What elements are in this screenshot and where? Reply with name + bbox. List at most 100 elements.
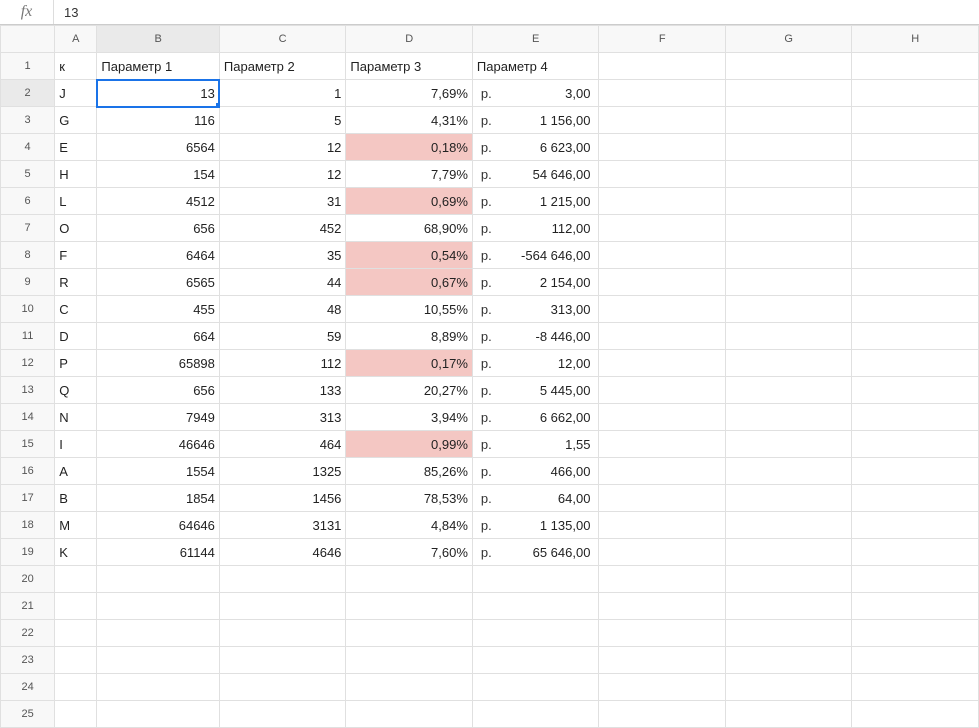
- cell-E20[interactable]: [472, 566, 599, 593]
- cell-F16[interactable]: [599, 458, 726, 485]
- cell-E12[interactable]: р.12,00: [472, 350, 599, 377]
- row-header-3[interactable]: 3: [1, 107, 55, 134]
- cell-A7[interactable]: O: [55, 215, 97, 242]
- cell-A13[interactable]: Q: [55, 377, 97, 404]
- cell-H20[interactable]: [852, 566, 979, 593]
- cell-A5[interactable]: H: [55, 161, 97, 188]
- cell-A20[interactable]: [55, 566, 97, 593]
- cell-A3[interactable]: G: [55, 107, 97, 134]
- cell-B10[interactable]: 455: [97, 296, 220, 323]
- cell-C11[interactable]: 59: [219, 323, 346, 350]
- row-header-16[interactable]: 16: [1, 458, 55, 485]
- cell-F19[interactable]: [599, 539, 726, 566]
- cell-D22[interactable]: [346, 620, 473, 647]
- cell-A2[interactable]: J: [55, 80, 97, 107]
- cell-A8[interactable]: F: [55, 242, 97, 269]
- cell-E13[interactable]: р.5 445,00: [472, 377, 599, 404]
- cell-B8[interactable]: 6464: [97, 242, 220, 269]
- row-header-7[interactable]: 7: [1, 215, 55, 242]
- cell-E22[interactable]: [472, 620, 599, 647]
- row-header-5[interactable]: 5: [1, 161, 55, 188]
- cell-C25[interactable]: [219, 701, 346, 728]
- cell-E15[interactable]: р.1,55: [472, 431, 599, 458]
- cell-D10[interactable]: 10,55%: [346, 296, 473, 323]
- cell-F3[interactable]: [599, 107, 726, 134]
- cell-A18[interactable]: M: [55, 512, 97, 539]
- cell-H17[interactable]: [852, 485, 979, 512]
- cell-D9[interactable]: 0,67%: [346, 269, 473, 296]
- cell-H14[interactable]: [852, 404, 979, 431]
- spreadsheet-grid[interactable]: ABCDEFGH1кПараметр 1Параметр 2Параметр 3…: [0, 25, 979, 728]
- cell-F5[interactable]: [599, 161, 726, 188]
- cell-G25[interactable]: [725, 701, 852, 728]
- cell-D18[interactable]: 4,84%: [346, 512, 473, 539]
- cell-G21[interactable]: [725, 593, 852, 620]
- col-header-B[interactable]: B: [97, 26, 220, 53]
- cell-G18[interactable]: [725, 512, 852, 539]
- cell-C1[interactable]: Параметр 2: [219, 53, 346, 80]
- col-header-A[interactable]: A: [55, 26, 97, 53]
- cell-B17[interactable]: 1854: [97, 485, 220, 512]
- cell-H23[interactable]: [852, 647, 979, 674]
- cell-C2[interactable]: 1: [219, 80, 346, 107]
- cell-G3[interactable]: [725, 107, 852, 134]
- cell-A1[interactable]: к: [55, 53, 97, 80]
- cell-B12[interactable]: 65898: [97, 350, 220, 377]
- cell-C14[interactable]: 313: [219, 404, 346, 431]
- cell-C18[interactable]: 3131: [219, 512, 346, 539]
- cell-C19[interactable]: 4646: [219, 539, 346, 566]
- cell-E25[interactable]: [472, 701, 599, 728]
- select-all-corner[interactable]: [1, 26, 55, 53]
- cell-A4[interactable]: E: [55, 134, 97, 161]
- cell-A23[interactable]: [55, 647, 97, 674]
- fx-icon[interactable]: fx: [0, 0, 54, 24]
- row-header-20[interactable]: 20: [1, 566, 55, 593]
- cell-G22[interactable]: [725, 620, 852, 647]
- cell-H22[interactable]: [852, 620, 979, 647]
- cell-F17[interactable]: [599, 485, 726, 512]
- cell-B7[interactable]: 656: [97, 215, 220, 242]
- cell-A9[interactable]: R: [55, 269, 97, 296]
- cell-C7[interactable]: 452: [219, 215, 346, 242]
- row-header-13[interactable]: 13: [1, 377, 55, 404]
- row-header-23[interactable]: 23: [1, 647, 55, 674]
- cell-D19[interactable]: 7,60%: [346, 539, 473, 566]
- cell-E3[interactable]: р.1 156,00: [472, 107, 599, 134]
- row-header-8[interactable]: 8: [1, 242, 55, 269]
- cell-F20[interactable]: [599, 566, 726, 593]
- cell-G17[interactable]: [725, 485, 852, 512]
- cell-G7[interactable]: [725, 215, 852, 242]
- cell-G6[interactable]: [725, 188, 852, 215]
- cell-E4[interactable]: р.6 623,00: [472, 134, 599, 161]
- cell-D12[interactable]: 0,17%: [346, 350, 473, 377]
- cell-B24[interactable]: [97, 674, 220, 701]
- cell-D1[interactable]: Параметр 3: [346, 53, 473, 80]
- cell-C4[interactable]: 12: [219, 134, 346, 161]
- cell-F10[interactable]: [599, 296, 726, 323]
- cell-D11[interactable]: 8,89%: [346, 323, 473, 350]
- cell-H4[interactable]: [852, 134, 979, 161]
- cell-G24[interactable]: [725, 674, 852, 701]
- cell-D21[interactable]: [346, 593, 473, 620]
- cell-D4[interactable]: 0,18%: [346, 134, 473, 161]
- cell-F15[interactable]: [599, 431, 726, 458]
- row-header-17[interactable]: 17: [1, 485, 55, 512]
- cell-G20[interactable]: [725, 566, 852, 593]
- cell-H11[interactable]: [852, 323, 979, 350]
- cell-A6[interactable]: L: [55, 188, 97, 215]
- cell-H16[interactable]: [852, 458, 979, 485]
- cell-A14[interactable]: N: [55, 404, 97, 431]
- cell-G1[interactable]: [725, 53, 852, 80]
- cell-F23[interactable]: [599, 647, 726, 674]
- cell-D25[interactable]: [346, 701, 473, 728]
- cell-G9[interactable]: [725, 269, 852, 296]
- cell-D17[interactable]: 78,53%: [346, 485, 473, 512]
- cell-H10[interactable]: [852, 296, 979, 323]
- cell-E17[interactable]: р.64,00: [472, 485, 599, 512]
- cell-F14[interactable]: [599, 404, 726, 431]
- row-header-24[interactable]: 24: [1, 674, 55, 701]
- cell-B1[interactable]: Параметр 1: [97, 53, 220, 80]
- cell-B14[interactable]: 7949: [97, 404, 220, 431]
- cell-C20[interactable]: [219, 566, 346, 593]
- row-header-1[interactable]: 1: [1, 53, 55, 80]
